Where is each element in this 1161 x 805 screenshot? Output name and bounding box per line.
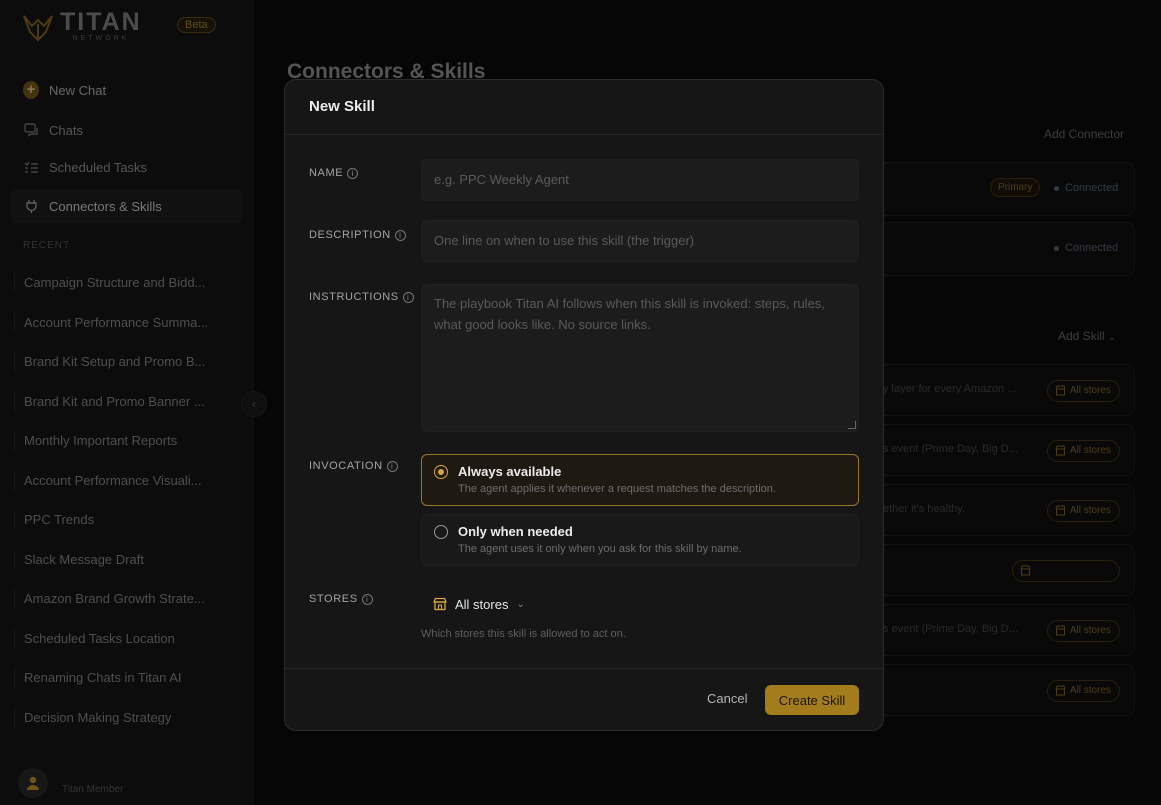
option-description: The agent uses it only when you ask for … xyxy=(458,543,742,555)
name-label: NAME i xyxy=(309,167,359,179)
app: TITAN NETWORK Beta + New Chat Chats Sche… xyxy=(0,0,1161,805)
store-icon xyxy=(433,597,447,611)
stores-value: All stores xyxy=(455,596,509,612)
dialog-footer: Cancel Create Skill xyxy=(285,668,883,730)
invocation-label: INVOCATION i xyxy=(309,460,398,472)
option-title: Always available xyxy=(458,464,562,479)
cancel-button[interactable]: Cancel xyxy=(707,691,747,706)
invocation-option-when-needed[interactable]: Only when needed The agent uses it only … xyxy=(421,514,859,566)
stores-hint: Which stores this skill is allowed to ac… xyxy=(421,628,626,640)
dialog-title: New Skill xyxy=(309,98,375,115)
description-label-text: DESCRIPTION xyxy=(309,229,391,241)
chevron-down-icon: ⌄ xyxy=(516,598,525,610)
description-input[interactable]: One line on when to use this skill (the … xyxy=(421,220,859,262)
dialog-header: New Skill xyxy=(285,80,883,135)
info-icon[interactable]: i xyxy=(402,291,414,303)
instructions-label: INSTRUCTIONS i xyxy=(309,291,414,303)
option-description: The agent applies it whenever a request … xyxy=(458,483,776,495)
description-label: DESCRIPTION i xyxy=(309,229,406,241)
info-icon[interactable]: i xyxy=(386,460,398,472)
stores-dropdown[interactable]: All stores ⌄ xyxy=(421,592,537,616)
instructions-textarea[interactable]: The playbook Titan AI follows when this … xyxy=(421,284,859,432)
name-label-text: NAME xyxy=(309,167,344,179)
stores-label-text: STORES xyxy=(309,593,358,605)
info-icon[interactable]: i xyxy=(394,229,406,241)
instructions-label-text: INSTRUCTIONS xyxy=(309,291,399,303)
invocation-label-text: INVOCATION xyxy=(309,460,383,472)
radio-selected-icon[interactable] xyxy=(434,465,448,479)
name-input[interactable]: e.g. PPC Weekly Agent xyxy=(421,159,859,201)
resize-handle-icon[interactable] xyxy=(848,421,856,429)
invocation-option-always[interactable]: Always available The agent applies it wh… xyxy=(421,454,859,506)
info-icon[interactable]: i xyxy=(347,167,359,179)
option-title: Only when needed xyxy=(458,524,573,539)
instructions-placeholder: The playbook Titan AI follows when this … xyxy=(434,296,825,332)
new-skill-dialog: New Skill NAME i e.g. PPC Weekly Agent DE… xyxy=(284,79,884,731)
stores-label: STORES i xyxy=(309,593,373,605)
info-icon[interactable]: i xyxy=(361,593,373,605)
radio-unselected-icon[interactable] xyxy=(434,525,448,539)
create-skill-button[interactable]: Create Skill xyxy=(765,685,859,715)
